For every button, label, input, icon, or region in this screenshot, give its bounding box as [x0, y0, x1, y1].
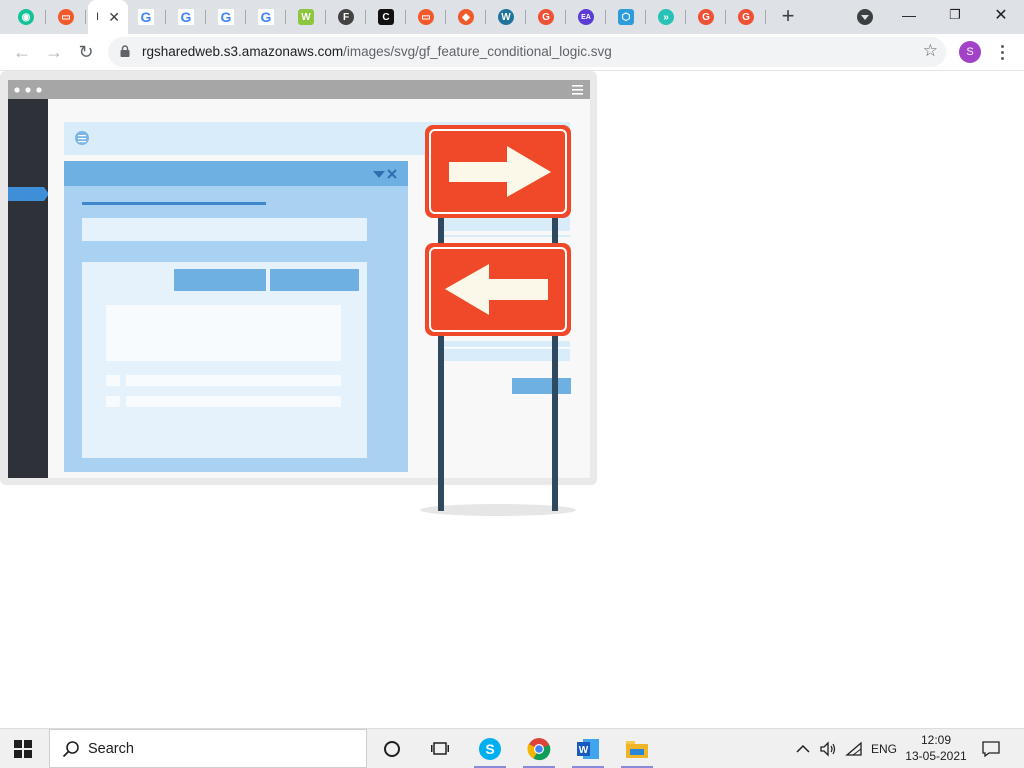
- cortana-icon[interactable]: [370, 729, 414, 768]
- notifications-icon[interactable]: [982, 729, 1000, 768]
- close-window-button[interactable]: ✕: [978, 0, 1024, 30]
- clock-date: 13-05-2021: [905, 749, 967, 763]
- new-tab-button[interactable]: +: [776, 5, 800, 29]
- clock-time: 12:09: [920, 733, 952, 747]
- active-tab[interactable]: I ✕: [88, 0, 128, 34]
- grammarly-tab[interactable]: ◉: [8, 0, 46, 34]
- google-icon: G: [138, 9, 154, 25]
- svg-text:S: S: [485, 741, 494, 757]
- windows-taskbar: Search S W ENG 12:09 13-05-2021: [0, 728, 1024, 768]
- orange-tab-3[interactable]: ◆: [448, 0, 486, 34]
- lock-icon: [120, 45, 130, 57]
- google-icon: G: [178, 9, 194, 25]
- conditional-logic-illustration: [0, 71, 597, 516]
- sidebar-active-marker: [8, 187, 49, 201]
- url-text: rgsharedweb.s3.amazonaws.com/images/svg/…: [142, 44, 612, 59]
- red-g-icon: G: [698, 9, 714, 25]
- chrome-icon[interactable]: [517, 729, 561, 768]
- form-checkbox-label: [126, 396, 341, 407]
- volume-icon[interactable]: [819, 729, 837, 768]
- ea-tab[interactable]: EA: [568, 0, 606, 34]
- file-explorer-icon[interactable]: [615, 729, 659, 768]
- google-tab-1[interactable]: G: [128, 0, 166, 34]
- form-input-field: [82, 218, 367, 241]
- google-icon: G: [258, 9, 274, 25]
- skype-icon[interactable]: S: [468, 729, 512, 768]
- form-checkbox: [106, 375, 120, 386]
- windows-start-icon[interactable]: [14, 740, 32, 758]
- red-g-icon: G: [538, 9, 554, 25]
- reload-icon[interactable]: ↻: [75, 41, 97, 63]
- circle-f-icon: F: [338, 9, 354, 25]
- background-button: [512, 378, 571, 394]
- search-icon: [62, 741, 79, 758]
- form-title-line: [82, 202, 266, 205]
- orange-tab-2[interactable]: ▭: [408, 0, 446, 34]
- circle-f-tab[interactable]: F: [328, 0, 366, 34]
- illustration-titlebar: [8, 80, 590, 99]
- red-g-icon: G: [738, 9, 754, 25]
- background-row: [440, 341, 570, 361]
- orange-chat-icon: ◆: [458, 9, 474, 25]
- address-bar[interactable]: rgsharedweb.s3.amazonaws.com/images/svg/…: [108, 37, 946, 67]
- restore-button[interactable]: ❐: [932, 0, 978, 30]
- arrows-tab[interactable]: »: [648, 0, 686, 34]
- google-tab-2[interactable]: G: [168, 0, 206, 34]
- word-icon[interactable]: W: [566, 729, 610, 768]
- grammarly-icon: ◉: [18, 9, 34, 25]
- w-icon: W: [298, 9, 314, 25]
- hexagon-icon: ⬡: [618, 9, 634, 25]
- c-tab[interactable]: C: [368, 0, 406, 34]
- google-tab-4[interactable]: G: [248, 0, 286, 34]
- window-dot-icon: [36, 87, 42, 93]
- page-viewport: [0, 71, 1024, 728]
- window-dot-icon: [25, 87, 31, 93]
- tray-chevron-icon[interactable]: [796, 729, 810, 768]
- google-icon: G: [218, 9, 234, 25]
- browser-toolbar: ← → ↻ rgsharedweb.s3.amazonaws.com/image…: [0, 34, 1024, 71]
- menu-kebab-icon[interactable]: [994, 41, 1010, 63]
- hamburger-icon: [572, 85, 583, 95]
- g-red-tab-2[interactable]: G: [688, 0, 726, 34]
- hex-tab[interactable]: ⬡: [608, 0, 646, 34]
- back-icon[interactable]: ←: [11, 41, 33, 63]
- taskbar-clock[interactable]: 12:09 13-05-2021: [900, 732, 972, 764]
- form-panel-header: [64, 161, 408, 186]
- wordpress-icon: W: [498, 9, 514, 25]
- ea-icon: EA: [578, 9, 594, 25]
- form-tab-button: [174, 269, 266, 291]
- network-icon[interactable]: [845, 729, 863, 768]
- window-dot-icon: [14, 87, 20, 93]
- left-arrow-sign: [425, 243, 571, 336]
- task-view-icon[interactable]: [418, 729, 462, 768]
- orange-doc-icon: ▭: [58, 9, 74, 25]
- forward-icon[interactable]: →: [43, 41, 65, 63]
- form-checkbox-label: [126, 375, 341, 386]
- teal-arrows-icon: »: [658, 9, 674, 25]
- pdf-tab[interactable]: ▭: [48, 0, 86, 34]
- tab-search-icon[interactable]: [857, 9, 873, 25]
- search-label: Search: [88, 741, 134, 757]
- c-icon: C: [378, 9, 394, 25]
- form-tab-button: [270, 269, 359, 291]
- orange-doc-icon: ▭: [418, 9, 434, 25]
- form-textarea: [106, 305, 341, 361]
- taskbar-search-box[interactable]: Search: [49, 729, 367, 768]
- language-indicator[interactable]: ENG: [871, 729, 897, 768]
- google-tab-3[interactable]: G: [208, 0, 246, 34]
- wordpress-tab[interactable]: W: [488, 0, 526, 34]
- w-tab[interactable]: W: [288, 0, 326, 34]
- minimize-button[interactable]: —: [886, 0, 932, 30]
- svg-text:W: W: [579, 745, 589, 756]
- close-tab-icon[interactable]: ✕: [108, 9, 120, 26]
- g-red-tab-1[interactable]: G: [528, 0, 566, 34]
- profile-avatar[interactable]: S: [959, 41, 981, 63]
- illustration-sidebar: [8, 99, 48, 478]
- bookmark-star-icon[interactable]: ☆: [923, 41, 938, 61]
- active-tab-title: I: [96, 11, 100, 23]
- right-arrow-sign: [425, 125, 571, 218]
- form-checkbox: [106, 396, 120, 407]
- g-red-tab-3[interactable]: G: [728, 0, 766, 34]
